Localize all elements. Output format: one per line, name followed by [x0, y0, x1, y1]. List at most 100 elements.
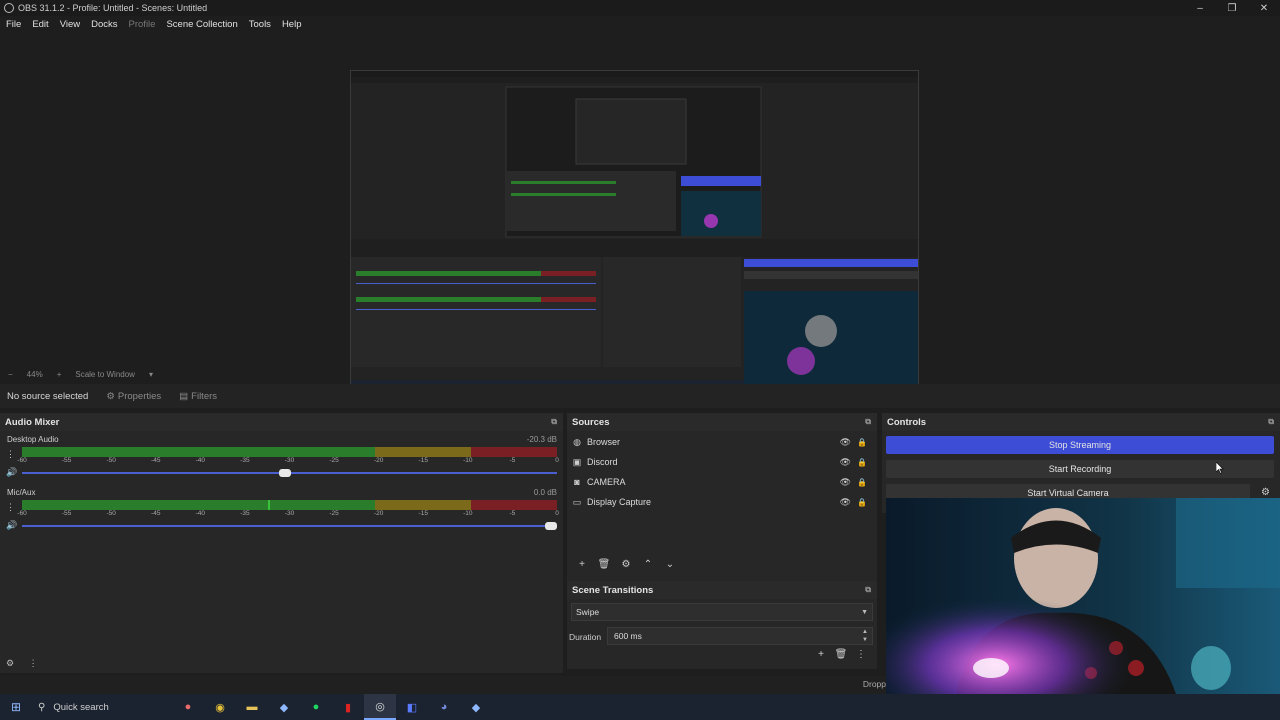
- add-transition-icon[interactable]: +: [811, 649, 831, 660]
- preview-canvas[interactable]: [350, 70, 919, 393]
- meter-tick-label: 0: [555, 510, 559, 517]
- obs-icon[interactable]: ◎: [364, 694, 396, 720]
- menu-view[interactable]: View: [60, 19, 80, 30]
- restore-button[interactable]: ❐: [1216, 0, 1248, 16]
- dock-float-icon[interactable]: ⧉: [1268, 417, 1274, 427]
- meter-tick-label: -45: [151, 510, 161, 517]
- volume-slider-knob[interactable]: [278, 469, 291, 477]
- move-up-icon[interactable]: ⌃: [637, 559, 659, 570]
- eye-icon[interactable]: 👁: [840, 477, 851, 488]
- spotify-icon[interactable]: ●: [300, 694, 332, 720]
- stop-streaming-button[interactable]: Stop Streaming: [886, 436, 1274, 454]
- preview-area[interactable]: [0, 32, 1280, 393]
- globe-icon: ◍: [573, 436, 581, 447]
- duration-value: 600 ms: [614, 631, 642, 641]
- source-browser[interactable]: ◍ Browser 👁 🔒: [571, 432, 871, 452]
- audio-mixer-header: Audio Mixer ⧉: [0, 413, 563, 431]
- transition-value: Swipe: [576, 607, 600, 617]
- meter-ticks: -60 -55 -50 -45 -40 -35 -30 -25 -20 -15 -10 -5 0: [17, 510, 559, 518]
- source-settings-icon[interactable]: ⚙: [615, 559, 637, 570]
- meter-tick-label: -20: [373, 510, 384, 517]
- close-button[interactable]: ✕: [1248, 0, 1280, 16]
- transitions-header: Scene Transitions ⧉: [567, 581, 877, 599]
- mixer-menu-icon[interactable]: ⋮: [29, 658, 38, 668]
- steam-2-icon[interactable]: ◆: [460, 694, 492, 720]
- menu-edit[interactable]: Edit: [32, 19, 48, 30]
- spinner-icon[interactable]: ▲ ▼: [862, 628, 868, 644]
- filter-icon: ▤: [179, 390, 189, 402]
- dock-float-icon[interactable]: ⧉: [551, 417, 557, 427]
- meter-tick-label: -30: [284, 510, 295, 517]
- zoom-out-button[interactable]: −: [8, 370, 13, 379]
- eye-icon[interactable]: 👁: [840, 437, 851, 448]
- eye-icon[interactable]: 👁: [840, 457, 851, 468]
- steam-icon[interactable]: ◆: [268, 694, 300, 720]
- menu-bar: File Edit View Docks Profile Scene Colle…: [0, 16, 1280, 32]
- meter-tick-label: 0: [555, 457, 559, 464]
- meter-ticks: -60 -55 -50 -45 -40 -35 -30 -25 -20 -15 -10 -5 0: [17, 457, 559, 465]
- menu-help[interactable]: Help: [282, 19, 302, 30]
- window-title: OBS 31.1.2 - Profile: Untitled - Scenes:…: [18, 3, 208, 13]
- scale-mode-select[interactable]: Scale to Window: [75, 370, 135, 379]
- channel-name: Mic/Aux: [7, 488, 36, 497]
- red-app-icon[interactable]: ▮: [332, 694, 364, 720]
- more-options-icon[interactable]: ⋮: [6, 449, 15, 460]
- taskbar-search[interactable]: ⚲ Quick search: [32, 697, 172, 717]
- filters-button[interactable]: ▤ Filters: [179, 391, 217, 402]
- minimize-button[interactable]: –: [1184, 0, 1216, 16]
- dock-title: Audio Mixer: [5, 416, 60, 428]
- lock-icon[interactable]: 🔒: [857, 438, 867, 447]
- meter-tick-label: -30: [284, 457, 295, 464]
- balloon-icon[interactable]: ●: [172, 694, 204, 720]
- volume-slider[interactable]: [22, 469, 557, 477]
- windows-start-icon[interactable]: ⊞: [0, 694, 32, 720]
- speaker-icon[interactable]: 🔊: [6, 467, 17, 478]
- volume-slider[interactable]: [22, 522, 557, 530]
- source-name: Browser: [587, 437, 621, 447]
- speaker-icon[interactable]: 🔊: [6, 520, 17, 531]
- meter-tick-label: -10: [463, 457, 473, 464]
- menu-tools[interactable]: Tools: [249, 19, 271, 30]
- meter-tick-label: -25: [329, 510, 339, 517]
- volume-slider-knob[interactable]: [544, 522, 557, 530]
- menu-file[interactable]: File: [6, 19, 21, 30]
- zoom-in-button[interactable]: +: [57, 370, 62, 379]
- source-discord[interactable]: ▣ Discord 👁 🔒: [571, 452, 871, 472]
- lock-icon[interactable]: 🔒: [857, 498, 867, 507]
- game-icon[interactable]: ◧: [396, 694, 428, 720]
- properties-label: Properties: [117, 390, 162, 402]
- webcam-feed: [886, 498, 1280, 694]
- source-camera[interactable]: ◙ CAMERA 👁 🔒: [571, 472, 871, 492]
- lock-icon[interactable]: 🔒: [857, 478, 867, 487]
- properties-button[interactable]: ⚙ Properties: [106, 391, 161, 402]
- duration-field[interactable]: 600 ms ▲ ▼: [607, 627, 873, 645]
- move-down-icon[interactable]: ⌄: [659, 559, 681, 570]
- add-source-icon[interactable]: +: [571, 559, 593, 570]
- menu-scene-collection[interactable]: Scene Collection: [166, 19, 237, 30]
- chrome-icon[interactable]: ◉: [204, 694, 236, 720]
- volume-meter: [22, 500, 557, 510]
- lock-icon[interactable]: 🔒: [857, 458, 867, 467]
- meter-tick-label: -35: [240, 510, 250, 517]
- dock-float-icon[interactable]: ⧉: [865, 585, 871, 595]
- menu-docks[interactable]: Docks: [91, 19, 117, 30]
- folder-icon[interactable]: ▬: [236, 694, 268, 720]
- menu-profile[interactable]: Profile: [129, 19, 156, 30]
- advanced-audio-icon[interactable]: ⚙: [6, 658, 14, 668]
- eye-icon[interactable]: 👁: [840, 497, 851, 508]
- more-options-icon[interactable]: ⋮: [6, 502, 15, 513]
- transition-select[interactable]: Swipe ▼: [571, 603, 873, 621]
- source-display-capture[interactable]: ▭ Display Capture 👁 🔒: [571, 492, 871, 512]
- remove-transition-icon[interactable]: 🗑: [831, 649, 851, 660]
- volume-meter: [22, 447, 557, 457]
- camera-icon: ◙: [574, 477, 580, 487]
- gear-icon[interactable]: ⚙: [1261, 487, 1270, 498]
- discord-icon[interactable]: ◕: [428, 694, 460, 720]
- remove-source-icon[interactable]: 🗑: [593, 559, 615, 570]
- audio-mixer-dock: Audio Mixer ⧉ Desktop Audio -20.3 dB ⋮ -…: [0, 413, 563, 673]
- dock-float-icon[interactable]: ⧉: [865, 417, 871, 427]
- transition-menu-icon[interactable]: ⋮: [851, 649, 871, 660]
- meter-tick-label: -55: [61, 457, 72, 464]
- meter-tick-label: -40: [195, 457, 206, 464]
- chevron-down-icon[interactable]: ▾: [149, 370, 153, 379]
